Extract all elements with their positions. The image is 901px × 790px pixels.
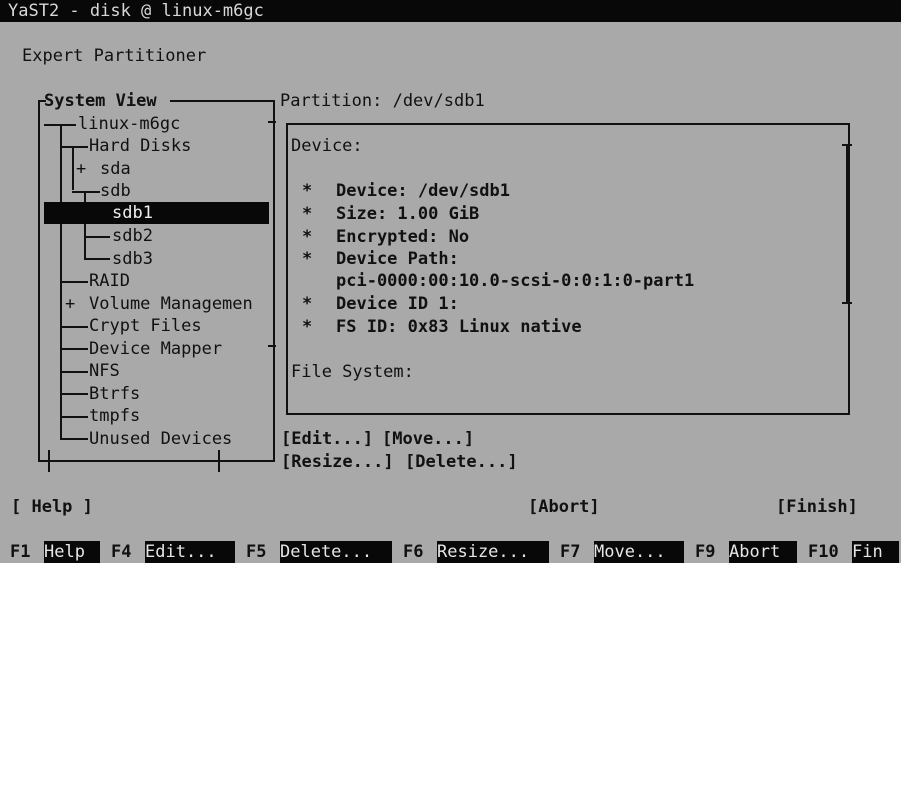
tree-selection-highlight (44, 202, 269, 224)
window-title: YaST2 - disk @ linux-m6gc (8, 1, 264, 21)
terminal-screen: YaST2 - disk @ linux-m6gc Expert Partiti… (0, 0, 901, 563)
fkey-f1: F1 (10, 542, 31, 562)
tree-item-volume-management[interactable]: Volume Managemen (89, 293, 253, 315)
device-id-value: Device ID 1: (336, 294, 459, 314)
tree-item-tmpfs[interactable]: tmpfs (89, 405, 140, 427)
edit-button[interactable]: [Edit...] (281, 428, 373, 450)
fs-id-value: FS ID: 0x83 Linux native (336, 317, 582, 337)
fkey-edit-button[interactable]: Edit... (145, 541, 235, 563)
bullet: * (302, 204, 313, 224)
bullet: * (302, 317, 313, 337)
fkey-delete-button[interactable]: Delete... (280, 541, 392, 563)
bullet: * (302, 294, 313, 314)
fkey-abort-button[interactable]: Abort (729, 541, 797, 563)
window-title-bar: YaST2 - disk @ linux-m6gc (0, 0, 901, 22)
tree-item-unused-devices[interactable]: Unused Devices (89, 428, 232, 450)
bullet: * (302, 181, 313, 201)
tree-item-device-mapper[interactable]: Device Mapper (89, 338, 222, 360)
fkey-delete-label: Delete... (280, 542, 373, 562)
bullet: * (302, 249, 313, 269)
fkey-move-label: Move... (594, 542, 666, 562)
resize-button[interactable]: [Resize...] (281, 451, 394, 473)
fkey-abort-label: Abort (729, 542, 781, 562)
device-size-value: Size: 1.00 GiB (336, 204, 480, 224)
abort-button[interactable]: [Abort] (528, 496, 600, 518)
partition-title: Partition: /dev/sdb1 (280, 91, 485, 111)
device-section-label: Device: (291, 136, 363, 156)
tree-item-sdb2[interactable]: sdb2 (112, 225, 153, 247)
fkey-f5: F5 (246, 542, 267, 562)
help-button[interactable]: [ Help ] (11, 496, 93, 518)
device-path-label: Device Path: (336, 249, 459, 269)
fkey-resize-label: Resize... (437, 542, 530, 562)
tree-item-nfs[interactable]: NFS (89, 360, 120, 382)
delete-button[interactable]: [Delete...] (405, 451, 518, 473)
fkey-resize-button[interactable]: Resize... (437, 541, 549, 563)
fkey-help-button[interactable]: Help (44, 541, 100, 563)
fkey-f7: F7 (560, 542, 581, 562)
tree-item-hard-disks[interactable]: Hard Disks (89, 135, 191, 157)
filesystem-section-label: File System: (291, 362, 414, 382)
finish-button[interactable]: [Finish] (776, 496, 858, 518)
dialog-heading: Expert Partitioner (22, 46, 207, 66)
move-button[interactable]: [Move...] (382, 428, 474, 450)
fkey-f4: F4 (111, 542, 132, 562)
device-name-value: Device: /dev/sdb1 (336, 181, 510, 201)
fkey-move-button[interactable]: Move... (594, 541, 684, 563)
fkey-f10: F10 (808, 542, 839, 562)
tree-item-raid[interactable]: RAID (89, 270, 130, 292)
tree-item-crypt-files[interactable]: Crypt Files (89, 315, 202, 337)
fkey-f6: F6 (403, 542, 424, 562)
tree-expander-volume-management[interactable]: + (65, 293, 75, 315)
bullet: * (302, 227, 313, 247)
fkey-edit-label: Edit... (145, 542, 217, 562)
tree-item-sdb[interactable]: sdb (100, 180, 131, 202)
system-view-label: System View (44, 91, 157, 111)
device-path-value: pci-0000:00:10.0-scsi-0:0:1:0-part1 (336, 271, 695, 291)
tree-item-btrfs[interactable]: Btrfs (89, 383, 140, 405)
tree-expander-sda[interactable]: + (76, 158, 86, 180)
fkey-finish-label: Fin (852, 542, 883, 562)
tree-item-sdb3[interactable]: sdb3 (112, 248, 153, 270)
tree-item-sdb1[interactable]: sdb1 (112, 202, 153, 224)
device-encrypted-value: Encrypted: No (336, 227, 470, 247)
tree-item-sda[interactable]: sda (100, 158, 131, 180)
fkey-f9: F9 (695, 542, 716, 562)
fkey-finish-button[interactable]: Fin (852, 541, 899, 563)
fkey-help-label: Help (44, 542, 85, 562)
tree-item-linux-m6gc[interactable]: linux-m6gc (78, 113, 180, 135)
